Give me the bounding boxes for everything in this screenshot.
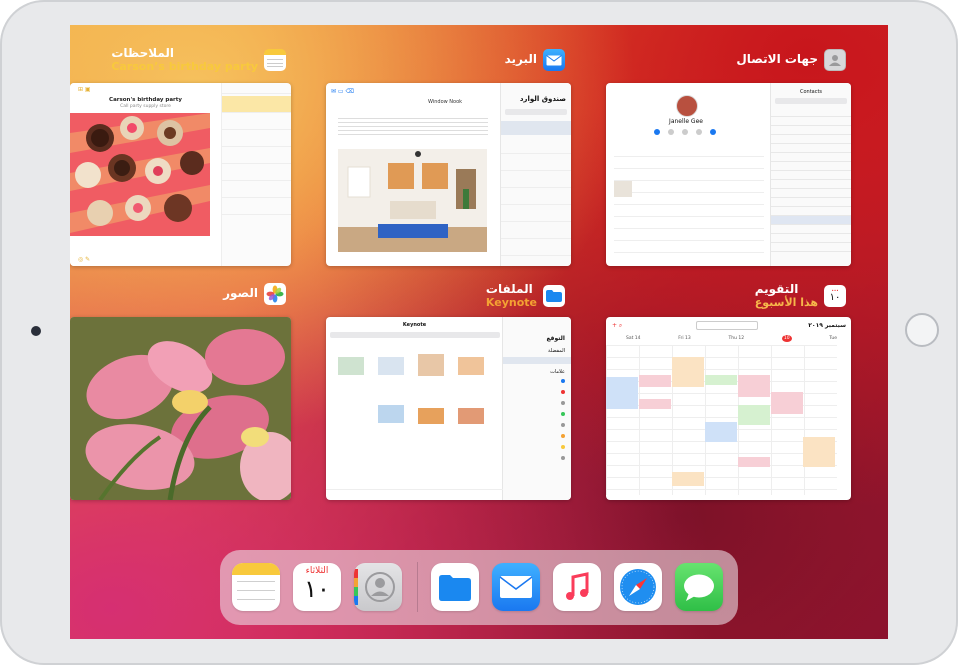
calendar-event[interactable] [738, 405, 770, 425]
files-icon[interactable] [431, 563, 479, 611]
note-title: Carson's birthday party [109, 97, 182, 103]
calendar-month: سبتمبر ٢٠١٩ [808, 322, 846, 329]
day-tue: Tue [829, 335, 837, 341]
mail-toolbar: ✉ ▭ ⌫ [331, 88, 354, 95]
file-thumb[interactable] [378, 357, 404, 375]
file-thumb[interactable] [378, 405, 404, 423]
calendar-subtitle: هذا الأسبوع [754, 295, 818, 309]
files-tab-bar [326, 489, 503, 500]
safari-icon[interactable] [614, 563, 662, 611]
dock-calendar-day-num: ١٠ [304, 575, 330, 603]
contacts-title: جهات الاتصال [736, 52, 818, 67]
calendar-icon[interactable]: الثلاثاء ١٠ [293, 563, 341, 611]
inbox-title: صندوق الوارد [519, 95, 566, 103]
cupcakes-photo [70, 113, 210, 236]
mail-search[interactable] [505, 109, 567, 115]
files-subtitle: Keynote [485, 295, 537, 309]
contacts-search[interactable] [775, 98, 847, 104]
calendar-icon-day: ١٠ [829, 292, 841, 304]
mail-title: البريد [504, 52, 537, 67]
files-search[interactable] [330, 332, 500, 338]
files-tag-dots [561, 379, 565, 460]
calendar-add-button[interactable]: + ⌕ [612, 322, 622, 330]
calendar-event[interactable] [738, 457, 770, 467]
calendar-event[interactable] [771, 392, 803, 414]
calendar-event[interactable] [803, 437, 835, 467]
contact-avatar [676, 95, 698, 117]
dock-separator [417, 562, 418, 612]
home-button[interactable] [905, 313, 939, 347]
calendar-event[interactable] [705, 422, 737, 442]
files-sidebar-tags[interactable]: علامات [550, 369, 565, 375]
photos-header[interactable]: الصور [223, 283, 286, 305]
file-thumb[interactable] [338, 357, 364, 375]
notes-icon [264, 49, 286, 72]
notes-list [222, 83, 291, 266]
contact-actions[interactable] [654, 129, 716, 135]
notes-subtitle: Carson’s birthday party [111, 59, 258, 73]
living-room-photo [338, 149, 487, 252]
calendar-app-card[interactable]: سبتمبر ٢٠١٩ + ⌕ Tue 10 Thu 12 Fri 13 Sat… [606, 317, 851, 500]
note-subtitle: Call party supply store [120, 104, 171, 109]
file-thumb[interactable] [458, 408, 484, 424]
contact-details [614, 145, 764, 255]
contact-map [614, 181, 632, 197]
notes-header[interactable]: الملاحظات Carson’s birthday party [111, 46, 286, 73]
contact-name: Janelle Gee [669, 118, 703, 125]
files-app-card[interactable]: التوقع المفضلة علامات Keynote [326, 317, 571, 500]
calendar-event[interactable] [639, 399, 671, 409]
ipad-frame: جهات الاتصال البريد الملاحظات Carson’s b… [0, 0, 958, 665]
calendar-event[interactable] [672, 357, 704, 387]
calendar-event[interactable] [606, 377, 638, 409]
files-sidebar-favorites[interactable]: المفضلة [548, 348, 565, 354]
messages-icon[interactable] [675, 563, 723, 611]
calendar-icon: ••• ١٠ [824, 285, 846, 308]
notes-title: الملاحظات [111, 46, 174, 60]
contacts-header[interactable]: جهات الاتصال [736, 49, 846, 71]
app-switcher-screen: جهات الاتصال البريد الملاحظات Carson’s b… [70, 25, 888, 639]
calendar-event[interactable] [738, 375, 770, 397]
contacts-app-card[interactable]: Contacts Janelle Gee [606, 83, 851, 266]
day-thu: Thu 12 [728, 335, 745, 341]
music-icon[interactable] [553, 563, 601, 611]
notes-app-card[interactable]: ⊞ ▣ Carson's birthday party Call party s… [70, 83, 291, 266]
notes-bottom-bar: ◎ ✎ [78, 256, 91, 263]
files-sidebar-browse[interactable]: التوقع [546, 335, 565, 342]
notes-icon[interactable] [232, 563, 280, 611]
calendar-grid [606, 345, 837, 495]
contacts-icon [824, 49, 846, 71]
file-thumb[interactable] [458, 357, 484, 375]
calendar-header[interactable]: ••• ١٠ التقويم هذا الأسبوع [754, 282, 846, 309]
files-title: الملفات [485, 282, 533, 296]
files-icon [543, 285, 565, 308]
today-badge: 10 [781, 334, 792, 342]
calendar-event[interactable] [639, 375, 671, 387]
calendar-view-switcher[interactable] [696, 321, 758, 330]
mail-icon [543, 49, 565, 71]
mail-header[interactable]: البريد [505, 49, 565, 71]
mail-icon[interactable] [492, 563, 540, 611]
files-folder-title: Keynote [402, 322, 427, 328]
photos-title: الصور [223, 286, 258, 301]
contacts-icon[interactable] [354, 563, 402, 611]
files-header[interactable]: الملفات Keynote [485, 282, 565, 309]
calendar-event[interactable] [705, 375, 737, 385]
mail-app-card[interactable]: صندوق الوارد ✉ ▭ ⌫ Window Nook [326, 83, 571, 266]
photos-app-card[interactable] [70, 317, 291, 500]
day-fri: Fri 13 [678, 335, 691, 341]
message-title: Window Nook [428, 99, 463, 105]
calendar-title: التقويم [754, 282, 799, 296]
day-sat: Sat 14 [626, 335, 641, 341]
photos-icon [264, 283, 286, 305]
notes-toolbar: ⊞ ▣ [78, 86, 91, 93]
calendar-event[interactable] [672, 472, 704, 486]
file-thumb[interactable] [418, 354, 444, 376]
calendar-day-headers: Tue 10 Thu 12 Fri 13 Sat 14 [606, 332, 851, 344]
contacts-list-title: Contacts [799, 89, 823, 95]
front-camera [31, 326, 41, 336]
message-body [338, 115, 488, 137]
file-thumb[interactable] [418, 408, 444, 424]
flower-photo [70, 317, 291, 500]
dock: الثلاثاء ١٠ [220, 550, 738, 625]
